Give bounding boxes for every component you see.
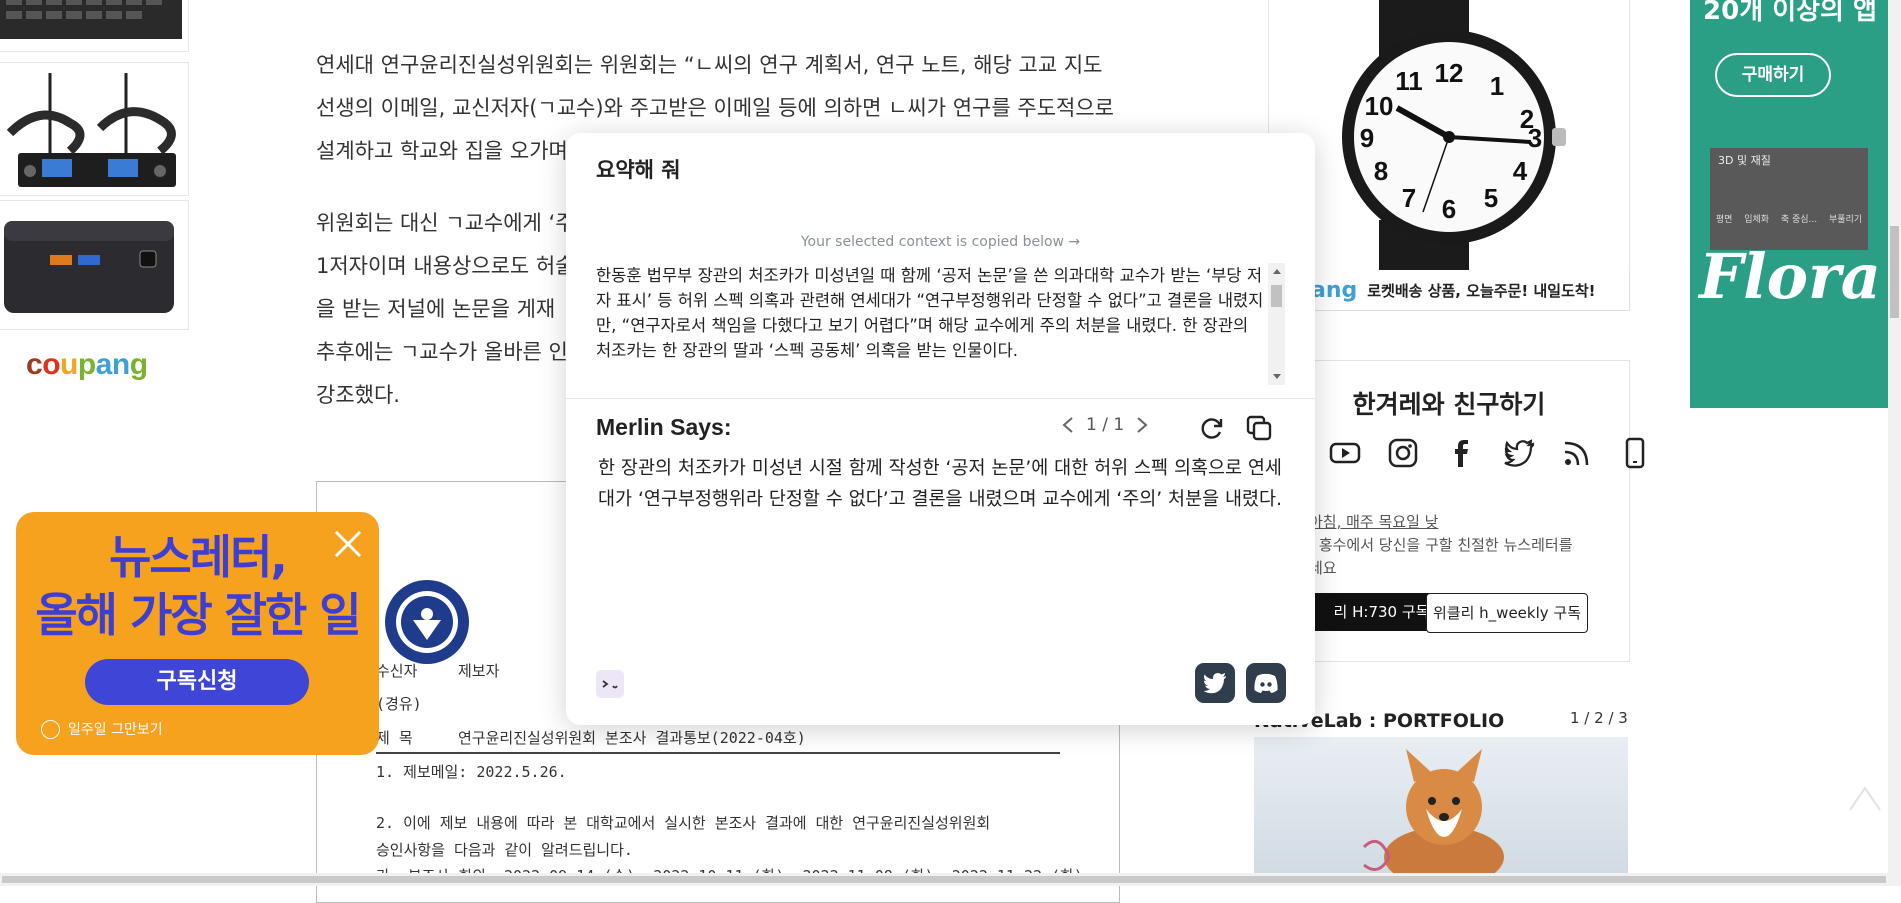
merlin-divider [566, 398, 1315, 399]
follow-title: 한겨레와 친구하기 [1352, 390, 1546, 419]
product-thumb-mini-pc[interactable] [0, 200, 189, 330]
ad-panel-label: 부풀리기 [1828, 215, 1863, 225]
context-hint: Your selected context is copied below → [800, 234, 1081, 250]
facebook-icon[interactable] [1445, 437, 1477, 469]
doc-subject-label: 제 목 [376, 729, 413, 747]
ad-panel-label: 입체화 [1744, 215, 1770, 225]
scroll-up-arrow-icon[interactable] [1272, 267, 1282, 275]
nativelab-pager[interactable]: 1 / 2 / 3 [1570, 709, 1628, 727]
merlin-logo-icon[interactable] [596, 670, 624, 698]
twitter-share-button[interactable] [1195, 663, 1235, 703]
close-icon[interactable] [330, 526, 366, 562]
doc-recipient-value: 제보자 [458, 662, 500, 680]
newsletter-desc-line: 세요 [1309, 559, 1337, 577]
promo-title-line: 올해 가장 잘한 일 [35, 588, 361, 642]
twitter-icon [1203, 672, 1226, 694]
discord-icon [1254, 673, 1278, 693]
scroll-top-icon[interactable] [1842, 776, 1888, 822]
dismiss-week-checkbox[interactable]: 일주일 그만보기 [41, 719, 163, 739]
youtube-icon[interactable] [1329, 437, 1361, 469]
merlin-prompt: 요약해 줘 [596, 158, 681, 182]
svg-text:9: 9 [1360, 123, 1374, 153]
buy-button[interactable]: 구매하기 [1715, 53, 1831, 97]
context-scrollbar[interactable] [1268, 263, 1285, 385]
coupang-logo[interactable]: coupang coupang [26, 348, 148, 382]
discord-share-button[interactable] [1246, 663, 1286, 703]
doc-via-label: (경유) [376, 695, 422, 713]
coupang-partial-logo: ang [1311, 277, 1358, 303]
merlin-popup: 요약해 줘 Your selected context is copied be… [566, 133, 1315, 725]
social-icons [1329, 437, 1651, 469]
newsletter-schedule[interactable]: 아침, 매주 목요일 낮 [1309, 511, 1573, 534]
svg-text:12: 12 [1435, 58, 1464, 88]
doc-recipient-label: 수신자 [376, 662, 418, 680]
mobile-app-icon[interactable] [1619, 437, 1651, 469]
svg-text:10: 10 [1365, 91, 1394, 121]
chevron-right-icon[interactable] [1134, 415, 1150, 435]
doc-line: 1. 제보메일: 2022.5.26. [376, 763, 567, 781]
ad-3d-panel: 3D 및 재질 평면 입체화 축 중심... 부풀리기 [1710, 148, 1868, 250]
nativelab-image[interactable] [1254, 737, 1628, 887]
adobe-ad[interactable]: 20개 이상의 앱 구매하기 3D 및 재질 평면 입체화 축 중심... 부풀… [1690, 0, 1890, 408]
svg-text:8: 8 [1374, 156, 1388, 186]
ad-panel-label: 평면 [1715, 215, 1733, 225]
svg-text:6: 6 [1442, 194, 1456, 224]
dismiss-week-label: 일주일 그만보기 [68, 722, 163, 738]
follow-hani-box: 한겨레와 친구하기 아침, 매주 목요일 낮 | 홍수에서 당신을 구할 친절한… [1268, 360, 1645, 662]
newsletter-promo: 뉴스레터, 올해 가장 잘한 일 구독신청 일주일 그만보기 [16, 512, 379, 755]
university-seal-icon [385, 580, 469, 664]
instagram-icon[interactable] [1387, 437, 1419, 469]
scroll-down-arrow-icon[interactable] [1272, 373, 1282, 381]
newsletter-description: 아침, 매주 목요일 낮 | 홍수에서 당신을 구할 친절한 뉴스레터를 세요 [1309, 511, 1573, 580]
answer-page-indicator: 1 / 1 [1086, 415, 1125, 435]
merlin-answer: 한 장관의 처조카가 미성년 시절 함께 작성한 ‘공저 논문’에 대한 허위 … [598, 458, 1282, 510]
twitter-icon[interactable] [1503, 437, 1535, 469]
corgi-image [1362, 749, 1504, 887]
shipping-text: 로켓배송 상품, 오늘주문! 내일도착! [1367, 281, 1596, 300]
doc-divider [376, 752, 1060, 754]
svg-text:1: 1 [1490, 71, 1504, 101]
merlin-says-label: Merlin Says: [596, 414, 732, 440]
rocket-delivery-banner[interactable]: ang 로켓배송 상품, 오늘주문! 내일도착! [1268, 270, 1630, 311]
watch-image: 12 123 4567 891011 [1342, 0, 1566, 272]
subscribe-weekly-button[interactable]: 위클리 h_weekly 구독 [1426, 593, 1588, 633]
doc-line: 2. 이에 제보 내용에 따라 본 대학교에서 실시한 본조사 결과에 대한 연… [376, 814, 991, 832]
context-scroll-thumb[interactable] [1271, 285, 1282, 307]
newsletter-desc-line: | 홍수에서 당신을 구할 친절한 뉴스레터를 [1309, 536, 1573, 554]
product-thumb-wireless-mic[interactable] [0, 62, 189, 196]
copy-icon[interactable] [1245, 414, 1273, 442]
chevron-left-icon[interactable] [1060, 415, 1076, 435]
promo-title: 뉴스레터, 올해 가장 잘한 일 [16, 528, 379, 644]
ad-headline: 20개 이상의 앱 [1703, 0, 1877, 26]
svg-text:4: 4 [1513, 156, 1528, 186]
checkbox-circle-icon [41, 719, 60, 739]
product-thumb-laptop[interactable] [0, 0, 189, 52]
answer-pager: 1 / 1 [1060, 415, 1150, 435]
svg-text:3: 3 [1528, 123, 1542, 153]
ad-panel-title: 3D 및 재질 [1718, 154, 1771, 167]
ad-panel-label: 축 중심... [1780, 215, 1818, 225]
subscribe-button[interactable]: 구독신청 [85, 659, 309, 705]
refresh-icon[interactable] [1199, 415, 1225, 441]
page-vertical-scroll-thumb[interactable] [1890, 226, 1899, 318]
ad-script-text: Flora [1699, 240, 1881, 313]
svg-text:11: 11 [1395, 66, 1423, 96]
doc-line: 승인사항을 다음과 같이 알려드립니다. [376, 841, 633, 859]
selected-context[interactable]: 한동훈 법무부 장관의 처조카가 미성년일 때 함께 ‘공저 논문’을 쓴 의과… [596, 263, 1268, 385]
rss-icon[interactable] [1561, 437, 1593, 469]
ad-panel-labels: 평면 입체화 축 중심... 부풀리기 [1710, 212, 1868, 225]
page-vertical-scrollbar[interactable] [1888, 0, 1901, 886]
doc-subject-value: 연구윤리진실성위원회 본조사 결과통보(2022-04호) [458, 729, 806, 747]
promo-title-line: 뉴스레터, [109, 530, 288, 584]
svg-text:5: 5 [1484, 183, 1498, 213]
page-horizontal-scroll-thumb[interactable] [2, 876, 1886, 883]
svg-text:7: 7 [1402, 183, 1416, 213]
watch-ad[interactable]: 12 1 2 3 4567 8 9 10 11 [1268, 0, 1630, 273]
